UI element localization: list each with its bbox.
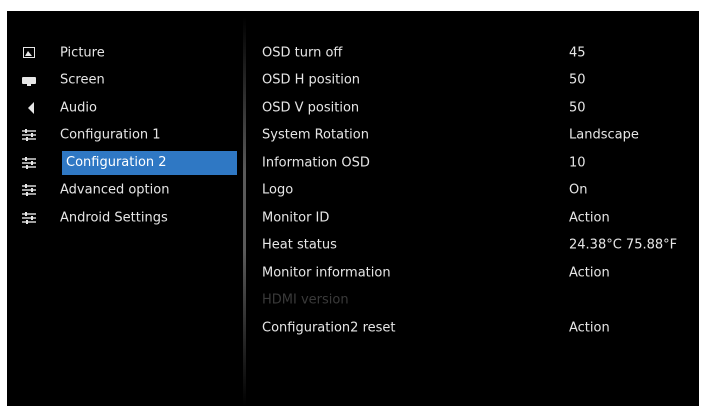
sidebar-item-label: Screen — [60, 72, 105, 88]
setting-value: 50 — [569, 100, 586, 116]
sidebar-item-label: Audio — [60, 100, 97, 116]
sliders-icon — [21, 128, 37, 142]
sidebar: Picture Screen Audio Configuration 1 Con… — [21, 39, 243, 232]
setting-value: On — [569, 182, 588, 198]
sliders-icon — [21, 156, 37, 170]
setting-name: Information OSD — [262, 155, 370, 171]
setting-osd-h-position[interactable]: OSD H position 50 — [262, 67, 692, 95]
setting-monitor-id[interactable]: Monitor ID Action — [262, 204, 692, 232]
setting-value: 10 — [569, 155, 586, 171]
osd-menu: Picture Screen Audio Configuration 1 Con… — [7, 11, 699, 406]
setting-value: Action — [569, 265, 610, 281]
sidebar-item-advanced-option[interactable]: Advanced option — [21, 177, 243, 205]
setting-name: HDMI version — [262, 292, 349, 308]
setting-name: OSD turn off — [262, 45, 343, 61]
sidebar-item-audio[interactable]: Audio — [21, 94, 243, 122]
sidebar-item-label: Picture — [60, 45, 105, 61]
sidebar-item-label: Configuration 2 — [62, 150, 237, 175]
setting-name: System Rotation — [262, 127, 369, 143]
setting-osd-turn-off[interactable]: OSD turn off 45 — [262, 39, 692, 67]
sliders-icon — [21, 183, 37, 197]
setting-system-rotation[interactable]: System Rotation Landscape — [262, 122, 692, 150]
sidebar-item-picture[interactable]: Picture — [21, 39, 243, 67]
sidebar-item-label: Configuration 1 — [60, 127, 161, 143]
sidebar-item-screen[interactable]: Screen — [21, 67, 243, 95]
setting-hdmi-version: HDMI version — [262, 287, 692, 315]
setting-value: 45 — [569, 45, 586, 61]
sidebar-item-label: Advanced option — [60, 182, 170, 198]
setting-value: Landscape — [569, 127, 639, 143]
sidebar-item-android-settings[interactable]: Android Settings — [21, 204, 243, 232]
setting-name: Logo — [262, 182, 294, 198]
setting-name: Monitor information — [262, 265, 391, 281]
picture-icon — [21, 46, 37, 60]
sliders-icon — [21, 211, 37, 225]
setting-value: 50 — [569, 72, 586, 88]
setting-heat-status[interactable]: Heat status 24.38°C 75.88°F — [262, 232, 692, 260]
sidebar-item-configuration-1[interactable]: Configuration 1 — [21, 122, 243, 150]
setting-name: Monitor ID — [262, 210, 330, 226]
settings-list: OSD turn off 45 OSD H position 50 OSD V … — [262, 39, 692, 342]
setting-osd-v-position[interactable]: OSD V position 50 — [262, 94, 692, 122]
setting-name: Configuration2 reset — [262, 320, 396, 336]
sidebar-item-configuration-2[interactable]: Configuration 2 — [21, 149, 243, 177]
setting-logo[interactable]: Logo On — [262, 177, 692, 205]
setting-value: Action — [569, 320, 610, 336]
setting-name: OSD V position — [262, 100, 360, 116]
setting-configuration2-reset[interactable]: Configuration2 reset Action — [262, 314, 692, 342]
setting-monitor-information[interactable]: Monitor information Action — [262, 259, 692, 287]
setting-information-osd[interactable]: Information OSD 10 — [262, 149, 692, 177]
setting-name: Heat status — [262, 237, 337, 253]
setting-value: 24.38°C 75.88°F — [569, 237, 678, 253]
setting-value: Action — [569, 210, 610, 226]
screen-icon — [21, 73, 37, 87]
panel-divider — [243, 17, 246, 406]
speaker-icon — [21, 101, 37, 115]
sidebar-item-label: Android Settings — [60, 210, 168, 226]
setting-name: OSD H position — [262, 72, 361, 88]
